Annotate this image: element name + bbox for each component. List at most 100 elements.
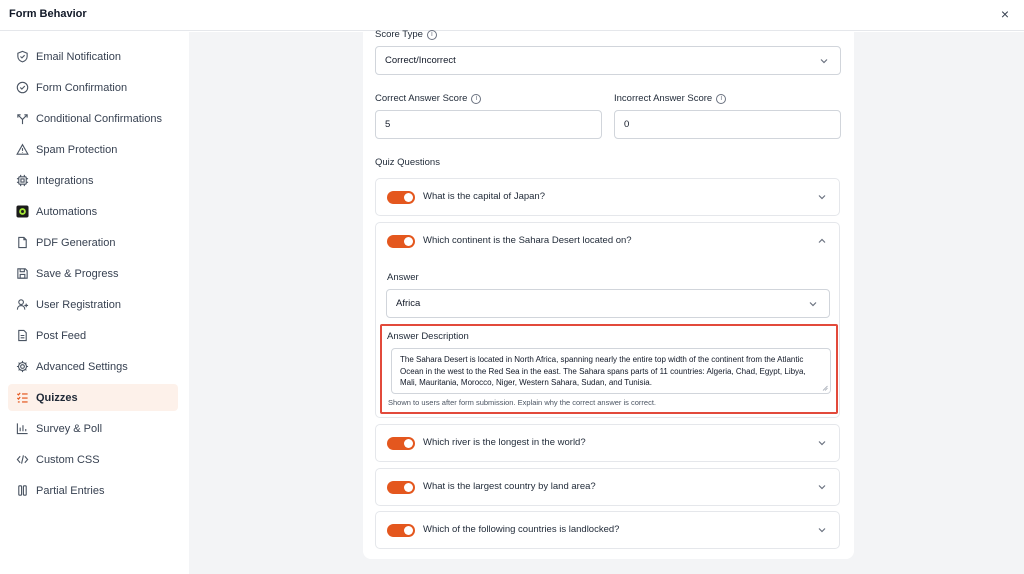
quiz-questions-heading-text: Quiz Questions xyxy=(375,157,440,168)
sidebar-item-pdf-generation[interactable]: PDF Generation xyxy=(8,229,178,256)
shield-check-icon xyxy=(16,50,29,63)
question-text: What is the largest country by land area… xyxy=(423,481,596,492)
chevron-down-icon xyxy=(820,59,828,64)
sidebar: Email Notification Form Confirmation Con… xyxy=(0,32,189,574)
score-type-label: Score Type i xyxy=(375,29,437,40)
score-type-select[interactable]: Correct/Incorrect xyxy=(375,46,841,75)
answer-description-hint: Shown to users after form submission. Ex… xyxy=(388,398,657,407)
answer-description-label: Answer Description xyxy=(387,331,469,342)
question-text: What is the capital of Japan? xyxy=(423,191,545,202)
sidebar-item-label: Save & Progress xyxy=(36,267,119,280)
question-row-expanded: Which continent is the Sahara Desert loc… xyxy=(375,222,840,418)
chevron-down-icon[interactable] xyxy=(817,192,827,202)
question-toggle[interactable] xyxy=(387,437,415,450)
sidebar-item-label: Spam Protection xyxy=(36,143,118,156)
question-toggle[interactable] xyxy=(387,481,415,494)
sidebar-item-label: Post Feed xyxy=(36,329,87,342)
score-type-value: Correct/Incorrect xyxy=(385,55,456,66)
incorrect-score-label: Incorrect Answer Score i xyxy=(614,93,727,104)
sidebar-item-partial-entries[interactable]: Partial Entries xyxy=(8,477,178,504)
automation-icon xyxy=(16,205,29,218)
warning-icon xyxy=(16,143,29,156)
correct-score-label: Correct Answer Score i xyxy=(375,93,482,104)
incorrect-score-value: 0 xyxy=(624,119,630,130)
sidebar-item-label: User Registration xyxy=(36,298,121,311)
sidebar-item-label: Custom CSS xyxy=(36,453,100,466)
sidebar-item-label: Email Notification xyxy=(36,50,121,63)
question-text: Which river is the longest in the world? xyxy=(423,437,586,448)
columns-icon xyxy=(16,484,29,497)
sidebar-item-label: Form Confirmation xyxy=(36,81,128,94)
bar-chart-icon xyxy=(16,422,29,435)
resize-handle-icon[interactable] xyxy=(822,385,828,391)
save-icon xyxy=(16,267,29,280)
sidebar-item-form-confirmation[interactable]: Form Confirmation xyxy=(8,74,178,101)
user-plus-icon xyxy=(16,298,29,311)
sidebar-item-label: Integrations xyxy=(36,174,94,187)
sidebar-item-automations[interactable]: Automations xyxy=(8,198,178,225)
code-icon xyxy=(16,453,29,466)
sidebar-item-save-progress[interactable]: Save & Progress xyxy=(8,260,178,287)
chevron-down-icon[interactable] xyxy=(817,438,827,448)
chevron-down-icon[interactable] xyxy=(817,482,827,492)
sidebar-item-survey-poll[interactable]: Survey & Poll xyxy=(8,415,178,442)
file-icon xyxy=(16,236,29,249)
info-icon[interactable]: i xyxy=(471,93,482,104)
sidebar-item-user-registration[interactable]: User Registration xyxy=(8,291,178,318)
info-icon[interactable]: i xyxy=(716,93,727,104)
question-text: Which continent is the Sahara Desert loc… xyxy=(423,235,632,246)
correct-score-input[interactable]: 5 xyxy=(375,110,602,139)
top-bar: Form Behavior × xyxy=(0,0,1024,31)
sidebar-item-label: PDF Generation xyxy=(36,236,116,249)
question-row[interactable]: What is the largest country by land area… xyxy=(375,468,840,506)
answer-description-label-text: Answer Description xyxy=(387,331,469,342)
score-type-label-text: Score Type xyxy=(375,29,423,40)
sidebar-item-spam-protection[interactable]: Spam Protection xyxy=(8,136,178,163)
question-row[interactable]: Which river is the longest in the world? xyxy=(375,424,840,462)
question-row[interactable]: What is the capital of Japan? xyxy=(375,178,840,216)
sidebar-item-quizzes[interactable]: Quizzes xyxy=(8,384,178,411)
answer-value: Africa xyxy=(396,298,421,309)
sidebar-item-label: Automations xyxy=(36,205,98,218)
sidebar-item-email-notification[interactable]: Email Notification xyxy=(8,43,178,70)
answer-label-text: Answer xyxy=(387,272,419,283)
quiz-list-icon xyxy=(16,391,29,404)
sidebar-item-post-feed[interactable]: Post Feed xyxy=(8,322,178,349)
chevron-down-icon[interactable] xyxy=(817,525,827,535)
main-content: Score Type i Correct/Incorrect Correct A… xyxy=(189,29,1024,574)
sidebar-item-custom-css[interactable]: Custom CSS xyxy=(8,446,178,473)
answer-description-highlight: Answer Description The Sahara Desert is … xyxy=(380,324,838,414)
quiz-settings-card: Score Type i Correct/Incorrect Correct A… xyxy=(363,29,854,559)
sidebar-item-integrations[interactable]: Integrations xyxy=(8,167,178,194)
question-toggle[interactable] xyxy=(387,235,415,248)
circle-check-icon xyxy=(16,81,29,94)
sidebar-item-conditional-confirmations[interactable]: Conditional Confirmations xyxy=(8,105,178,132)
sidebar-item-label: Survey & Poll xyxy=(36,422,103,435)
question-toggle[interactable] xyxy=(387,524,415,537)
sidebar-item-label: Conditional Confirmations xyxy=(36,112,162,125)
correct-score-value: 5 xyxy=(385,119,391,130)
sidebar-item-advanced-settings[interactable]: Advanced Settings xyxy=(8,353,178,380)
question-row[interactable]: Which of the following countries is land… xyxy=(375,511,840,549)
close-icon[interactable]: × xyxy=(998,6,1012,22)
incorrect-score-label-text: Incorrect Answer Score xyxy=(614,93,713,104)
quiz-questions-heading: Quiz Questions xyxy=(375,157,440,168)
info-icon[interactable]: i xyxy=(426,29,437,40)
sidebar-item-label: Quizzes xyxy=(36,391,78,404)
branch-icon xyxy=(16,112,29,125)
sidebar-item-label: Advanced Settings xyxy=(36,360,128,373)
sidebar-item-label: Partial Entries xyxy=(36,484,105,497)
window-title: Form Behavior xyxy=(9,8,87,20)
chevron-up-icon[interactable] xyxy=(817,236,827,246)
answer-select[interactable]: Africa xyxy=(386,289,830,318)
answer-description-value: The Sahara Desert is located in North Af… xyxy=(400,355,806,387)
document-icon xyxy=(16,329,29,342)
incorrect-score-input[interactable]: 0 xyxy=(614,110,841,139)
question-toggle[interactable] xyxy=(387,191,415,204)
answer-description-textarea[interactable]: The Sahara Desert is located in North Af… xyxy=(391,348,831,394)
gear-icon xyxy=(16,360,29,373)
chip-icon xyxy=(16,174,29,187)
chevron-down-icon xyxy=(809,302,817,307)
correct-score-label-text: Correct Answer Score xyxy=(375,93,468,104)
answer-label: Answer xyxy=(387,272,419,283)
